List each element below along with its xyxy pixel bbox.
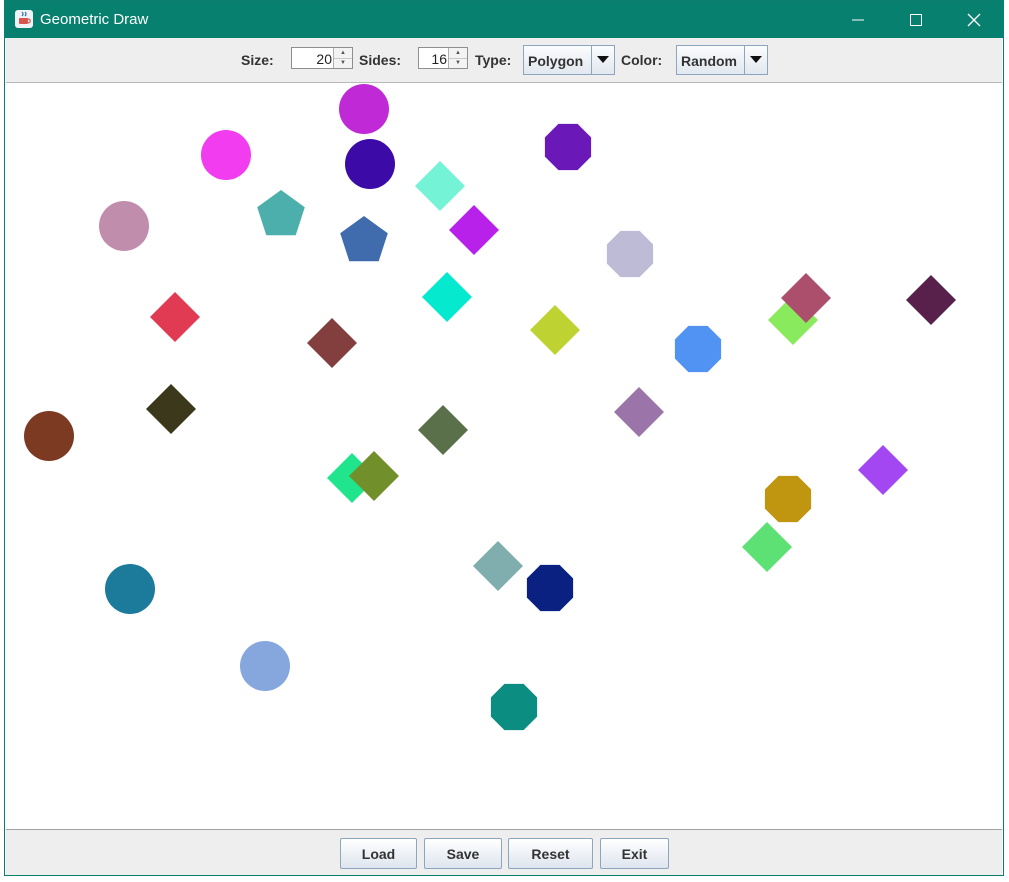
minimize-button[interactable] — [829, 1, 887, 38]
octagon-shape — [490, 683, 538, 731]
sides-spinner[interactable]: 16 ▲ ▼ — [418, 47, 468, 69]
octagon-shape — [764, 475, 812, 523]
diamond-shape — [415, 161, 465, 211]
window-title: Geometric Draw — [40, 11, 149, 28]
drawing-canvas[interactable] — [6, 83, 1002, 830]
sides-spinner-arrows: ▲ ▼ — [448, 48, 467, 68]
octagon-shape — [606, 230, 654, 278]
app-window: Geometric Draw Size: 20 ▲ ▼ Sides: 16 ▲ … — [4, 0, 1004, 876]
size-spinner-arrows: ▲ ▼ — [333, 48, 352, 68]
diamond-shape — [906, 275, 956, 325]
circle-shape — [105, 564, 155, 614]
diamond-shape — [146, 384, 196, 434]
java-cup-icon — [15, 10, 33, 28]
spin-down-icon[interactable]: ▼ — [449, 58, 467, 68]
diamond-shape — [530, 305, 580, 355]
maximize-icon — [910, 13, 922, 26]
circle-shape — [339, 84, 389, 134]
diamond-shape — [858, 445, 908, 495]
octagon-shape — [526, 564, 574, 612]
pentagon-shape — [340, 216, 388, 262]
circle-shape — [345, 139, 395, 189]
octagon-shape — [674, 325, 722, 373]
color-label: Color: — [621, 52, 663, 68]
diamond-shape — [473, 541, 523, 591]
color-dropdown[interactable]: Random — [676, 45, 768, 75]
type-selected-value: Polygon — [528, 53, 584, 69]
circle-shape — [201, 130, 251, 180]
reset-button[interactable]: Reset — [508, 838, 593, 869]
circle-shape — [24, 411, 74, 461]
diamond-shape — [742, 522, 792, 572]
chevron-down-icon[interactable] — [744, 46, 767, 74]
diamond-shape — [150, 292, 200, 342]
diamond-shape — [418, 405, 468, 455]
sides-value[interactable]: 16 — [431, 51, 447, 67]
size-spinner[interactable]: 20 ▲ ▼ — [291, 47, 353, 69]
chevron-down-icon[interactable] — [591, 46, 614, 74]
maximize-button[interactable] — [887, 1, 945, 38]
sides-label: Sides: — [359, 52, 402, 68]
diamond-shape — [307, 318, 357, 368]
save-button[interactable]: Save — [424, 838, 502, 869]
diamond-shape — [614, 387, 664, 437]
close-icon — [967, 13, 981, 26]
shapes-layer — [24, 84, 956, 731]
title-bar[interactable]: Geometric Draw — [5, 1, 1003, 38]
circle-shape — [99, 201, 149, 251]
minimize-icon — [852, 19, 864, 20]
exit-button[interactable]: Exit — [600, 838, 669, 869]
circle-shape — [240, 641, 290, 691]
size-value[interactable]: 20 — [316, 51, 332, 67]
diamond-shape — [422, 272, 472, 322]
size-label: Size: — [241, 52, 274, 68]
toolbar: Size: 20 ▲ ▼ Sides: 16 ▲ ▼ Type: Polygon… — [6, 38, 1002, 83]
spin-down-icon[interactable]: ▼ — [334, 58, 352, 68]
button-bar: Load Save Reset Exit — [6, 830, 1002, 875]
close-button[interactable] — [945, 1, 1003, 38]
type-label: Type: — [475, 52, 512, 68]
pentagon-shape — [257, 190, 305, 236]
diamond-shape — [449, 205, 499, 255]
octagon-shape — [544, 123, 592, 171]
color-selected-value: Random — [681, 53, 737, 69]
type-dropdown[interactable]: Polygon — [523, 45, 615, 75]
load-button[interactable]: Load — [340, 838, 417, 869]
